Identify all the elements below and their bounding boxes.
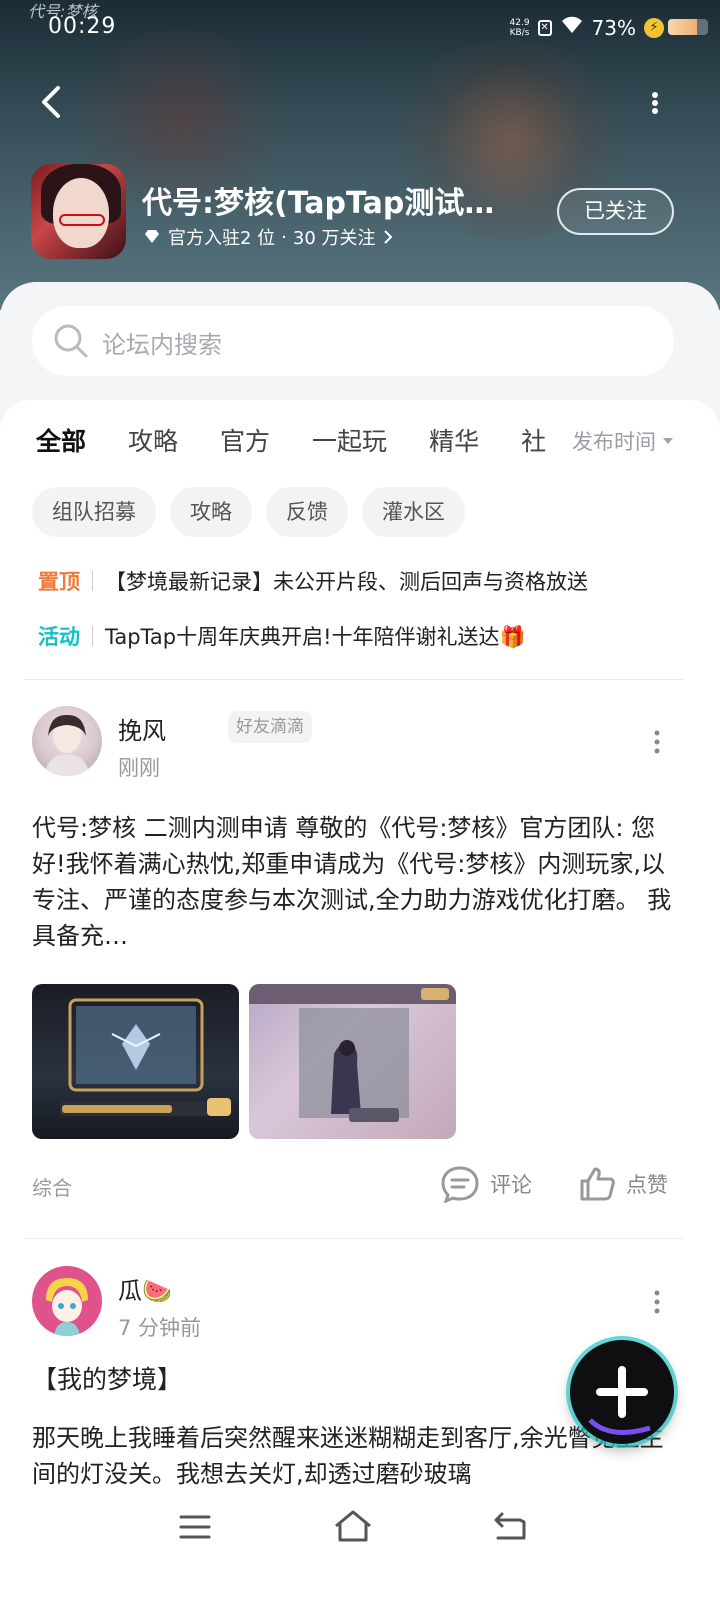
net-speed: 42.9 KB/s	[509, 17, 530, 38]
follow-button[interactable]: 已关注	[557, 188, 674, 235]
post-category[interactable]: 综合	[32, 1172, 72, 1201]
battery-icon	[668, 19, 708, 35]
follower-count: 30 万关注	[292, 228, 376, 249]
status-bar: 代号:梦核 00:29 42.9 KB/s ✕ 73% ⚡	[0, 0, 720, 56]
chip-team-recruit[interactable]: 组队招募	[32, 487, 156, 537]
chip-chat[interactable]: 灌水区	[362, 487, 465, 537]
battery-percent: 73%	[591, 15, 636, 40]
post-image[interactable]	[249, 984, 456, 1139]
post-username[interactable]: 挽风	[118, 711, 166, 746]
game-meta[interactable]: 官方入驻2 位 · 30 万关注	[142, 224, 394, 250]
search-placeholder: 论坛内搜索	[102, 331, 222, 359]
post-more-button[interactable]	[647, 727, 667, 757]
more-options-button[interactable]	[640, 86, 670, 120]
new-post-button[interactable]	[570, 1340, 674, 1444]
pinned-text: 【梦境最新记录】未公开片段、测后回声与资格放送	[105, 570, 588, 594]
thumbs-up-icon	[580, 1167, 615, 1201]
tab-official[interactable]: 官方	[220, 422, 270, 472]
pinned-notice[interactable]: 置顶 【梦境最新记录】未公开片段、测后回声与资格放送	[38, 566, 588, 596]
like-button[interactable]: 点赞	[578, 1165, 668, 1203]
tab-more[interactable]: 社	[521, 422, 546, 472]
comment-button[interactable]: 评论	[440, 1165, 532, 1203]
menu-icon[interactable]	[178, 1512, 212, 1542]
system-nav-bar	[0, 1490, 720, 1600]
chip-guides[interactable]: 攻略	[170, 487, 252, 537]
more-vertical-icon	[654, 1290, 660, 1314]
sim-off-icon: ✕	[537, 19, 552, 36]
tab-guides[interactable]: 攻略	[128, 422, 178, 472]
divider	[24, 1238, 684, 1239]
comment-icon	[441, 1166, 479, 1203]
forum-tabs: 全部 攻略 官方 一起玩 精华 社	[36, 422, 556, 472]
avatar[interactable]	[32, 706, 102, 776]
friend-badge: 好友滴滴	[228, 711, 312, 743]
plus-icon	[588, 1366, 651, 1435]
event-notice[interactable]: 活动 TapTap十周年庆典开启!十年陪伴谢礼送达🎁	[38, 621, 526, 651]
post-time: 7 分钟前	[118, 1316, 202, 1340]
post-body[interactable]: 代号:梦核 二测内测申请 尊敬的《代号:梦核》官方团队: 您好!我怀着满心热忱,…	[32, 810, 682, 954]
official-count: 官方入驻2 位	[168, 228, 276, 249]
tab-featured[interactable]: 精华	[429, 422, 479, 472]
post-more-button[interactable]	[647, 1287, 667, 1317]
event-tag: 活动	[38, 625, 80, 649]
event-text: TapTap十周年庆典开启!十年陪伴谢礼送达🎁	[105, 625, 526, 649]
pinned-tag: 置顶	[38, 570, 80, 594]
sort-dropdown[interactable]: 发布时间	[568, 426, 674, 456]
caret-down-icon	[663, 438, 673, 444]
wifi-icon	[560, 15, 584, 40]
post-username[interactable]: 瓜🍉	[118, 1271, 172, 1306]
more-vertical-icon	[654, 730, 660, 754]
home-icon[interactable]	[332, 1508, 374, 1544]
post-image[interactable]	[32, 984, 239, 1139]
more-vertical-icon	[652, 92, 658, 114]
diamond-icon	[145, 230, 159, 243]
search-input[interactable]: 论坛内搜索	[32, 306, 674, 376]
chip-feedback[interactable]: 反馈	[266, 487, 348, 537]
clock: 00:29	[48, 14, 117, 39]
game-icon[interactable]	[31, 164, 126, 259]
tab-all[interactable]: 全部	[36, 422, 87, 472]
divider	[24, 679, 684, 680]
back-button[interactable]	[30, 80, 74, 124]
post-time: 刚刚	[118, 756, 160, 780]
tab-play-together[interactable]: 一起玩	[312, 422, 387, 472]
back-arrow-icon	[42, 86, 60, 118]
chevron-right-icon	[383, 230, 392, 244]
game-title: 代号:梦核(TapTap测试…	[142, 186, 495, 221]
back-nav-icon[interactable]	[490, 1508, 530, 1544]
search-icon	[54, 324, 88, 358]
filter-chips: 组队招募 攻略 反馈 灌水区	[32, 487, 465, 537]
avatar[interactable]	[32, 1266, 102, 1336]
charging-icon: ⚡	[644, 17, 664, 38]
